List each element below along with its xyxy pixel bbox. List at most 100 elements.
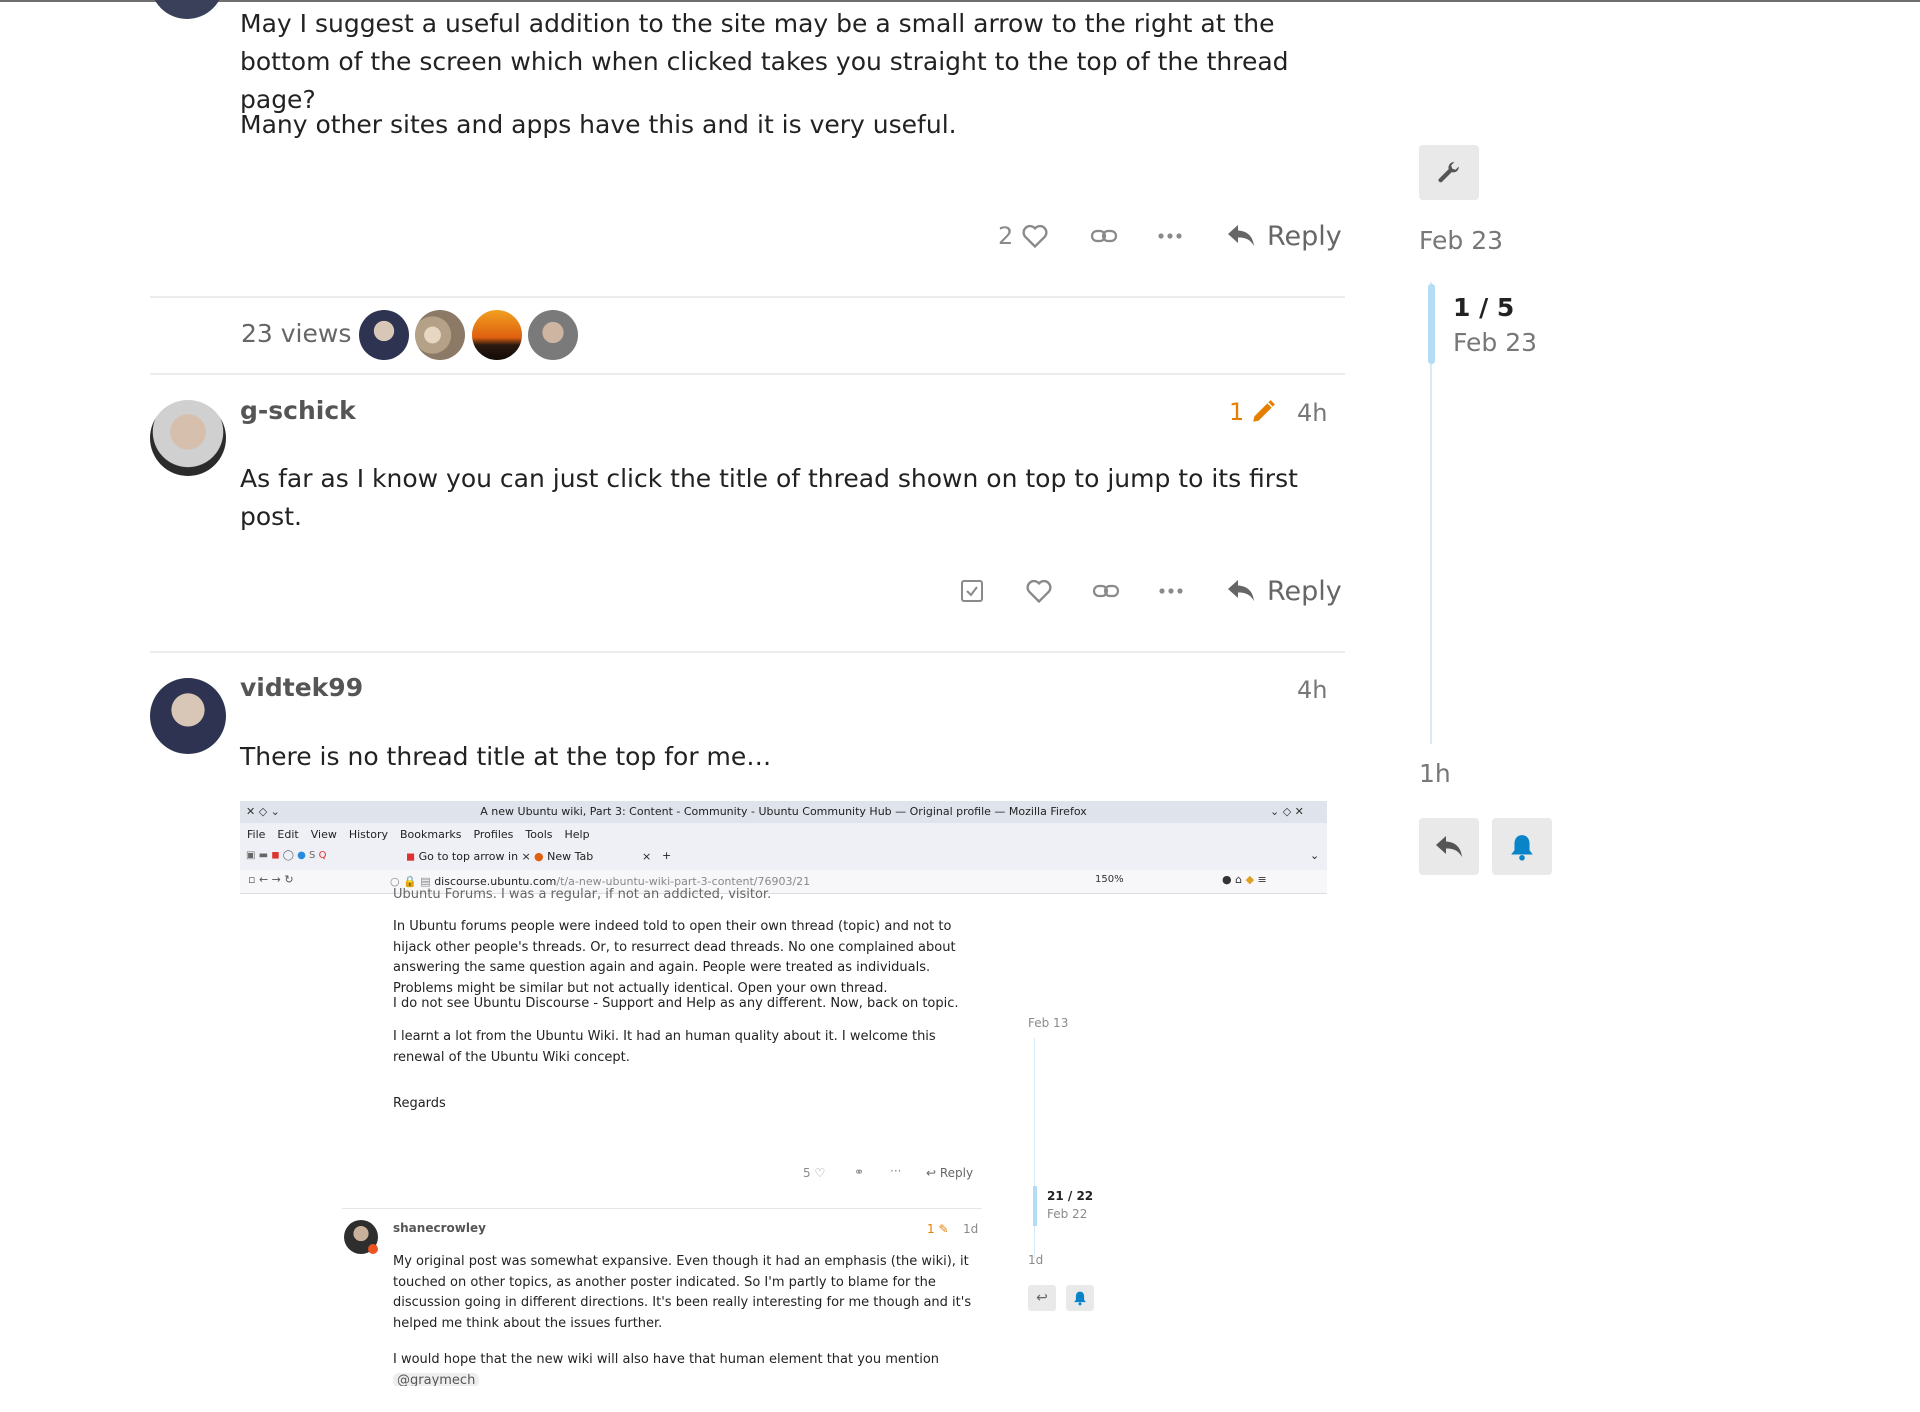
menu-item: View bbox=[310, 827, 337, 841]
username[interactable]: vidtek99 bbox=[240, 673, 363, 702]
menu-item: Help bbox=[564, 827, 590, 841]
new-tab: + bbox=[662, 849, 672, 862]
reply-icon: ↩ bbox=[1028, 1285, 1056, 1311]
post-body-paragraph: As far as I know you can just click the … bbox=[240, 464, 1298, 531]
window-controls-right: ⌄ ◇ ✕ bbox=[1270, 805, 1304, 818]
avatar[interactable] bbox=[150, 678, 226, 754]
timeline-position-date: Feb 23 bbox=[1453, 328, 1538, 357]
tab-bar: ▣ ▬ ◼ ◯ ● S Q ◼ Go to top arrow in × ● N… bbox=[240, 845, 1327, 870]
toolbar-icons: ● ⌂ ◆ ≡ bbox=[1222, 873, 1267, 886]
tab-icons: ▣ ▬ ◼ ◯ ● S Q bbox=[246, 850, 327, 861]
embedded-screenshot[interactable]: A new Ubuntu wiki, Part 3: Content - Com… bbox=[240, 801, 1327, 1386]
heart-icon bbox=[1026, 579, 1052, 604]
reply-button: ↩ Reply bbox=[926, 1166, 974, 1180]
ellipsis-icon bbox=[1159, 588, 1183, 594]
post-body-paragraph: May I suggest a useful addition to the s… bbox=[240, 9, 1289, 114]
menu-bar: File Edit View History Bookmarks Profile… bbox=[240, 823, 1327, 845]
reply-label: Reply bbox=[1267, 220, 1342, 252]
bell-icon bbox=[1066, 1285, 1094, 1311]
top-border bbox=[0, 0, 1920, 2]
checkbox-icon bbox=[961, 580, 983, 602]
like-button: 5 ♡ bbox=[803, 1166, 826, 1180]
edit-count: 1 ✎ bbox=[927, 1222, 949, 1236]
participant-avatar[interactable] bbox=[472, 310, 522, 360]
tab-list: ⌄ bbox=[1310, 849, 1320, 862]
menu-item: Tools bbox=[525, 827, 553, 841]
avatar[interactable] bbox=[150, 400, 226, 476]
timeline-date: 1d bbox=[1028, 1253, 1044, 1267]
timeline-position-date: Feb 22 bbox=[1047, 1207, 1088, 1221]
post-time[interactable]: 4h bbox=[1297, 676, 1327, 704]
edit-history-button[interactable]: 1 bbox=[1229, 398, 1276, 426]
more-actions-button[interactable] bbox=[1158, 216, 1182, 256]
screenshot-paragraph: In Ubuntu forums people were indeed told… bbox=[393, 919, 956, 996]
tab-active: ◼ Go to top arrow in × bbox=[406, 850, 531, 863]
participant-avatar[interactable] bbox=[415, 310, 465, 360]
post-time: 1d bbox=[963, 1222, 979, 1236]
participant-avatar[interactable] bbox=[359, 310, 409, 360]
post-actions: Reply bbox=[955, 571, 1342, 611]
post-actions: 2 Reply bbox=[990, 216, 1342, 256]
reply-arrow-icon bbox=[1228, 580, 1254, 601]
username: shanecrowley bbox=[393, 1221, 486, 1235]
menu-item: Edit bbox=[277, 827, 299, 841]
share-link-button[interactable] bbox=[1090, 216, 1118, 256]
reply-button[interactable]: Reply bbox=[1227, 571, 1342, 611]
reply-arrow-icon bbox=[1436, 835, 1462, 857]
reply-to-topic-button[interactable] bbox=[1419, 818, 1479, 875]
user-mention: @graymech bbox=[393, 1372, 480, 1386]
screenshot-paragraph: I do not see Ubuntu Discourse - Support … bbox=[393, 996, 959, 1011]
link-icon bbox=[1090, 229, 1118, 243]
views-count: 23 views bbox=[241, 319, 352, 348]
timeline-scroll-handle[interactable] bbox=[1428, 284, 1435, 364]
divider bbox=[150, 296, 1345, 298]
window-title: A new Ubuntu wiki, Part 3: Content - Com… bbox=[240, 801, 1327, 823]
username[interactable]: g-schick bbox=[240, 396, 356, 425]
divider bbox=[150, 373, 1345, 375]
menu-item: Bookmarks bbox=[399, 827, 462, 841]
reply-arrow-icon bbox=[1228, 225, 1254, 246]
ellipsis-icon: ··· bbox=[890, 1164, 902, 1178]
share-link-button[interactable] bbox=[1092, 571, 1120, 611]
notifications-button[interactable] bbox=[1492, 818, 1552, 875]
like-button[interactable] bbox=[1025, 571, 1053, 611]
post-body-paragraph: Many other sites and apps have this and … bbox=[240, 110, 957, 139]
timeline-position: 21 / 22 bbox=[1047, 1189, 1094, 1203]
reply-button[interactable]: Reply bbox=[1227, 216, 1342, 256]
pencil-icon bbox=[1253, 400, 1276, 422]
window-controls-left: ✕ ◇ ⌄ bbox=[246, 805, 280, 818]
divider bbox=[150, 651, 1345, 653]
screenshot-paragraph: I would hope that the new wiki will also… bbox=[393, 1352, 940, 1386]
post-time[interactable]: 4h bbox=[1297, 399, 1327, 427]
reply-label: Reply bbox=[1267, 575, 1342, 607]
timeline-handle bbox=[1033, 1186, 1037, 1226]
menu-item: File bbox=[247, 827, 266, 841]
zoom-level: 150% bbox=[1095, 874, 1124, 885]
nav-buttons: ▫ ← → ↻ bbox=[248, 873, 294, 886]
screenshot-paragraph: I learnt a lot from the Ubuntu Wiki. It … bbox=[393, 1029, 936, 1065]
timeline-date: Feb 13 bbox=[1028, 1016, 1069, 1030]
tab-close: × bbox=[642, 850, 652, 863]
avatar[interactable] bbox=[150, 0, 224, 19]
edit-count: 1 bbox=[1229, 398, 1245, 426]
cut-off-line: Ubuntu Forums. I was a regular, if not a… bbox=[393, 887, 772, 902]
timeline-start-date[interactable]: Feb 23 bbox=[1419, 226, 1503, 255]
link-icon bbox=[1092, 584, 1120, 598]
post-body-paragraph: There is no thread title at the top for … bbox=[240, 742, 772, 771]
menu-item: Profiles bbox=[473, 827, 514, 841]
participant-avatar[interactable] bbox=[528, 310, 578, 360]
timeline-end-date[interactable]: 1h bbox=[1419, 759, 1451, 788]
like-button[interactable]: 2 bbox=[998, 216, 1049, 256]
wrench-icon bbox=[1438, 161, 1459, 182]
admin-menu-button[interactable] bbox=[1419, 145, 1479, 200]
screenshot-paragraph: Regards bbox=[393, 1096, 446, 1111]
tab: ● New Tab bbox=[534, 850, 594, 863]
screenshot-paragraph: My original post was somewhat expansive.… bbox=[393, 1254, 972, 1331]
like-count: 2 bbox=[998, 222, 1014, 250]
more-actions-button[interactable] bbox=[1159, 571, 1183, 611]
solution-button[interactable] bbox=[960, 571, 984, 611]
avatar-badge bbox=[368, 1244, 378, 1254]
menu-item: History bbox=[348, 827, 388, 841]
timeline-position: 1 / 5 bbox=[1453, 293, 1515, 322]
divider bbox=[342, 1208, 982, 1209]
